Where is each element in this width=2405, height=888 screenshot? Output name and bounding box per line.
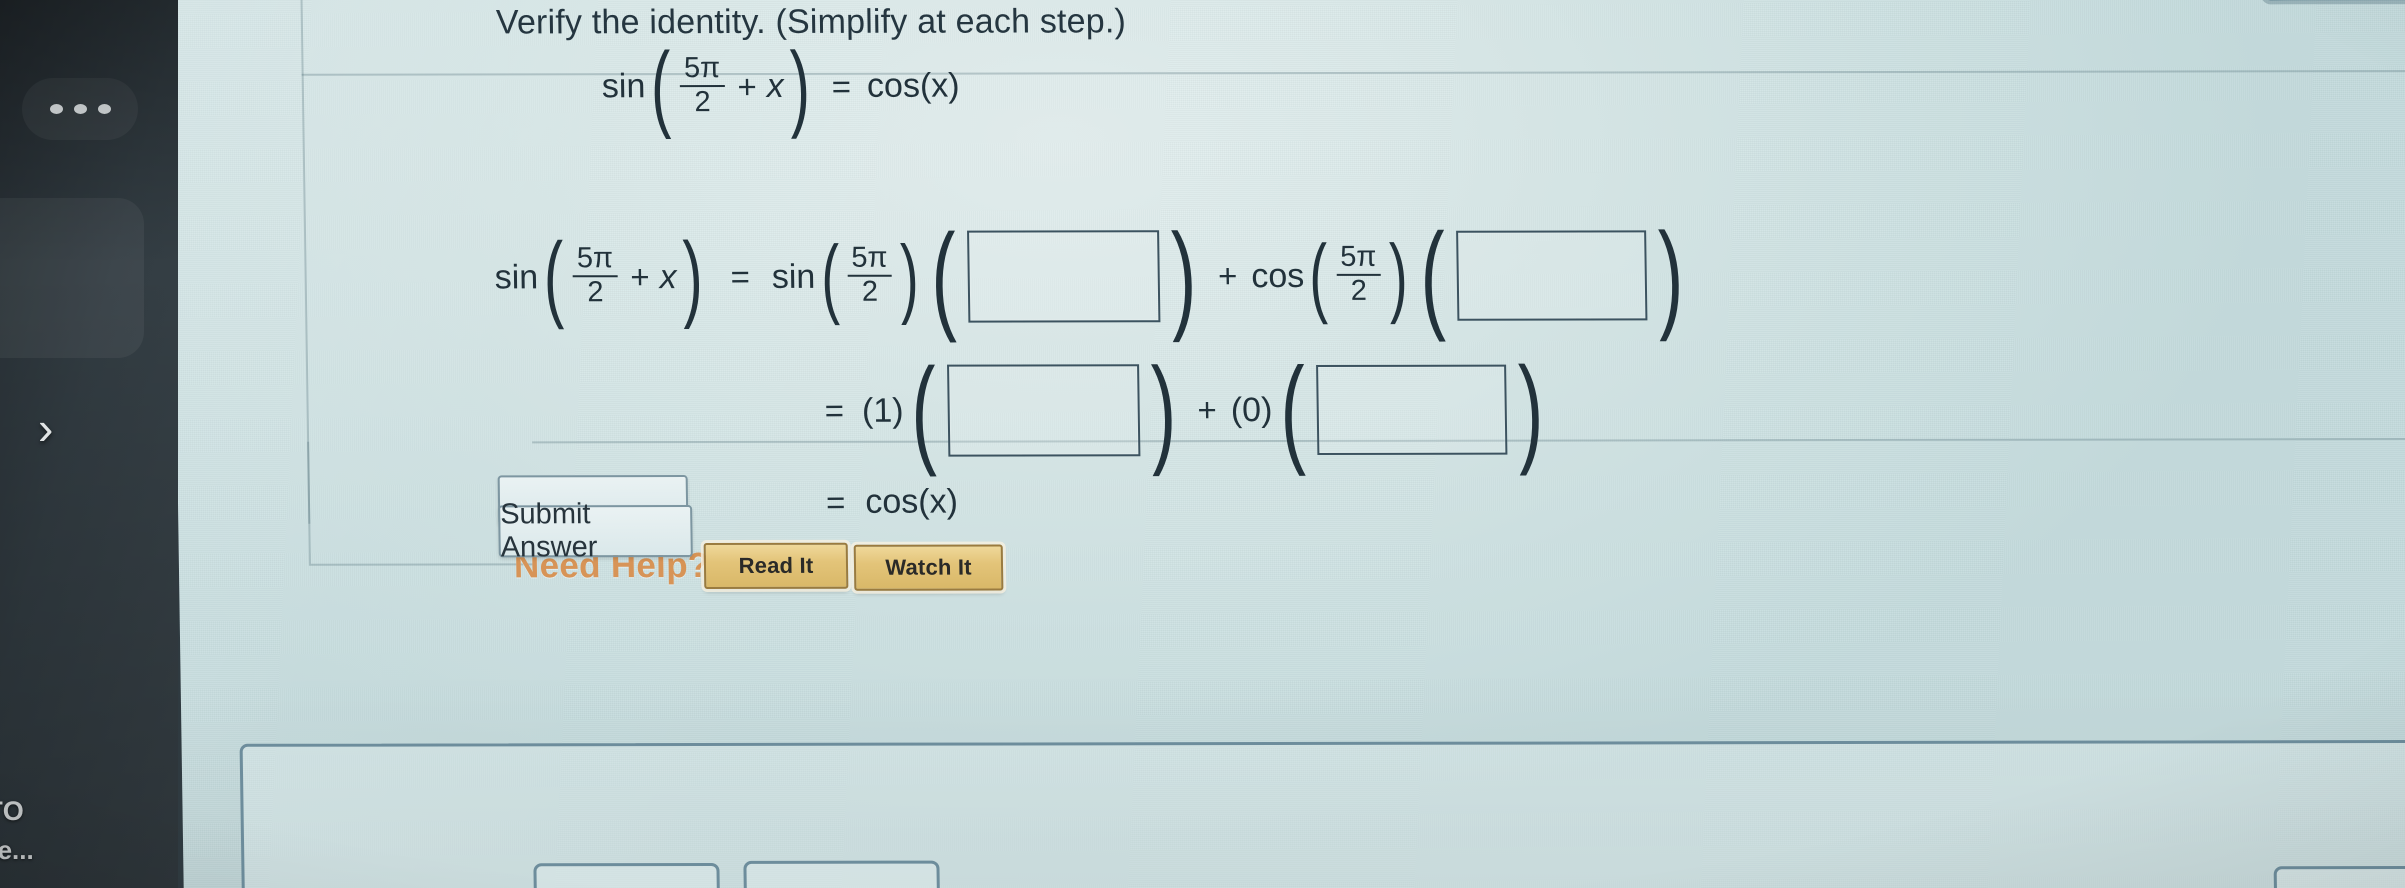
bottom-cutoff-box-4[interactable] bbox=[2273, 865, 2405, 888]
bottom-cutoff-box-3[interactable] bbox=[743, 860, 941, 888]
submit-answer-button-main[interactable]: Submit Answer bbox=[498, 498, 693, 563]
chevron-right-icon[interactable]: › bbox=[38, 405, 84, 451]
message-bubble-text: len es. bbox=[0, 222, 118, 306]
submit-answer-label: Submit Answer bbox=[499, 498, 598, 564]
screenshot-root: len es. › SITO ha e... ASK YOUR TEACHER bbox=[0, 0, 2405, 888]
message-line-2: es. bbox=[0, 264, 118, 306]
more-options-button[interactable] bbox=[22, 78, 138, 140]
ellipsis-icon-dot-2 bbox=[73, 104, 87, 114]
sidebar-footer-title: SITO bbox=[0, 796, 25, 826]
ellipsis-icon-dot-1 bbox=[49, 104, 63, 114]
ellipsis-icon-dot-3 bbox=[97, 104, 111, 114]
message-line-1: len bbox=[0, 222, 118, 264]
submit-answer-layer: Submit Answer bbox=[170, 0, 2405, 888]
bottom-cutoff-box-2[interactable] bbox=[533, 862, 721, 888]
sidebar-footer: SITO ha e... bbox=[0, 796, 175, 866]
left-app-sidebar: len es. › SITO ha e... bbox=[0, 0, 178, 888]
sidebar-footer-subtitle: ha e... bbox=[0, 835, 34, 865]
